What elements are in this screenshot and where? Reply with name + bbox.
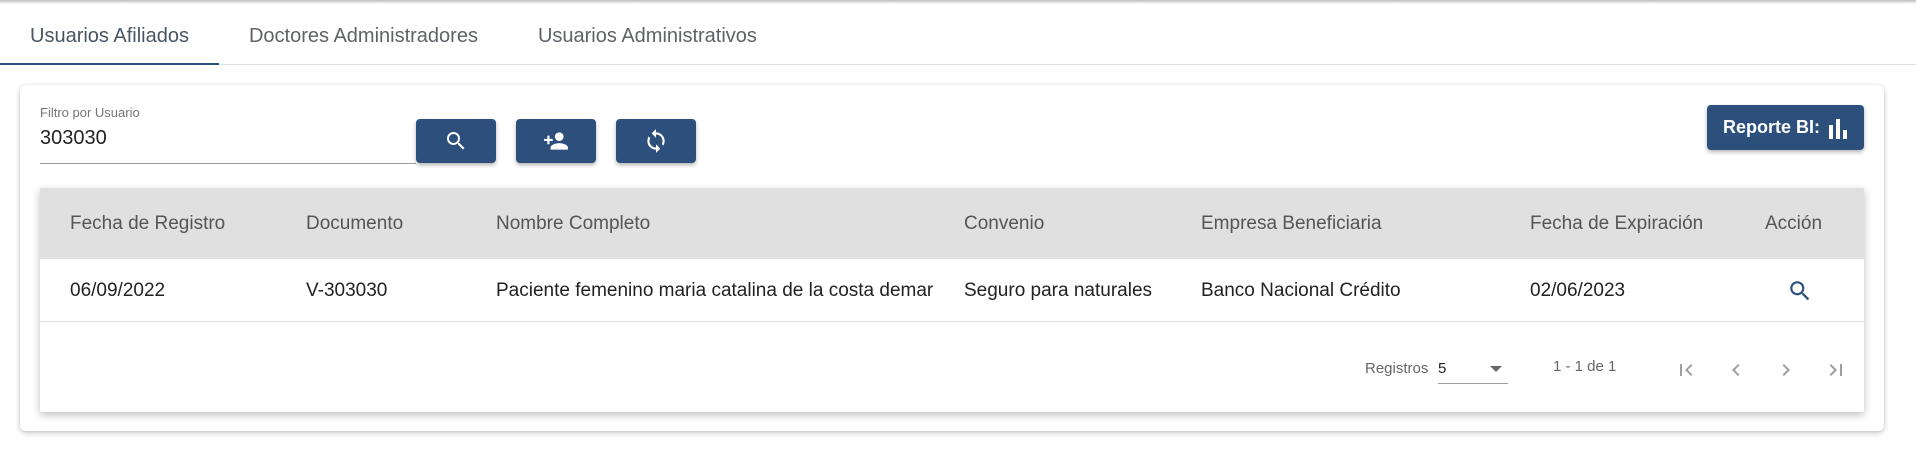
cell-fecha-registro: 06/09/2022 bbox=[70, 280, 166, 301]
main-card: Filtro por Usuario Reporte BI: Fecha de … bbox=[20, 85, 1884, 431]
view-detail-button[interactable] bbox=[1787, 278, 1813, 304]
bar-chart-icon bbox=[1829, 118, 1847, 139]
col-convenio[interactable]: Convenio bbox=[964, 188, 1044, 259]
users-table: Fecha de Registro Documento Nombre Compl… bbox=[40, 188, 1864, 412]
first-page-icon bbox=[1680, 364, 1693, 376]
table-row: 06/09/2022 V-303030 Paciente femenino ma… bbox=[40, 259, 1864, 322]
filter-field: Filtro por Usuario bbox=[40, 105, 416, 164]
person-add-icon bbox=[544, 132, 568, 150]
paginator: Registros 5 1 - 1 de 1 bbox=[40, 322, 1864, 412]
filter-label: Filtro por Usuario bbox=[40, 105, 140, 120]
col-nombre-completo[interactable]: Nombre Completo bbox=[496, 188, 650, 259]
cell-convenio: Seguro para naturales bbox=[964, 280, 1153, 301]
cell-nombre-completo: Paciente femenino maria catalina de la c… bbox=[496, 280, 934, 301]
tab-usuarios-administrativos[interactable]: Usuarios Administrativos bbox=[508, 8, 787, 64]
chevron-down-icon bbox=[1490, 366, 1502, 372]
next-page-button[interactable] bbox=[1770, 354, 1802, 386]
search-icon bbox=[447, 132, 465, 150]
page-range: 1 - 1 de 1 bbox=[1553, 358, 1617, 375]
page-size-label: Registros bbox=[1365, 360, 1429, 377]
chevron-left-icon bbox=[1732, 364, 1740, 376]
report-bi-button[interactable]: Reporte BI: bbox=[1707, 105, 1864, 150]
top-shadow bbox=[0, 0, 1916, 4]
last-page-button[interactable] bbox=[1820, 354, 1852, 386]
cell-empresa: Banco Nacional Crédito bbox=[1201, 280, 1401, 301]
cell-documento: V-303030 bbox=[306, 280, 388, 301]
cell-fecha-expiracion: 02/06/2023 bbox=[1530, 280, 1626, 301]
last-page-icon bbox=[1829, 364, 1842, 376]
search-icon bbox=[1790, 281, 1810, 301]
chevron-right-icon bbox=[1782, 364, 1790, 376]
search-button[interactable] bbox=[416, 119, 496, 163]
col-empresa-beneficiaria[interactable]: Empresa Beneficiaria bbox=[1201, 188, 1382, 259]
page-size-value: 5 bbox=[1438, 360, 1447, 377]
previous-page-button[interactable] bbox=[1720, 354, 1752, 386]
tab-bar: Usuarios Afiliados Doctores Administrado… bbox=[0, 8, 1916, 65]
table-header: Fecha de Registro Documento Nombre Compl… bbox=[40, 188, 1864, 259]
tab-usuarios-afiliados[interactable]: Usuarios Afiliados bbox=[0, 8, 219, 65]
page-size-select[interactable]: 5 bbox=[1438, 352, 1508, 384]
col-documento[interactable]: Documento bbox=[306, 188, 403, 259]
col-fecha-registro[interactable]: Fecha de Registro bbox=[70, 188, 225, 259]
first-page-button[interactable] bbox=[1670, 354, 1702, 386]
report-bi-label: Reporte BI: bbox=[1722, 117, 1820, 137]
col-accion: Acción bbox=[1765, 213, 1823, 234]
refresh-icon bbox=[647, 129, 665, 153]
add-user-button[interactable] bbox=[516, 119, 596, 163]
tab-doctores-administradores[interactable]: Doctores Administradores bbox=[219, 8, 508, 64]
refresh-button[interactable] bbox=[616, 119, 696, 163]
col-fecha-expiracion[interactable]: Fecha de Expiración bbox=[1530, 188, 1703, 259]
filter-input[interactable] bbox=[40, 127, 410, 150]
